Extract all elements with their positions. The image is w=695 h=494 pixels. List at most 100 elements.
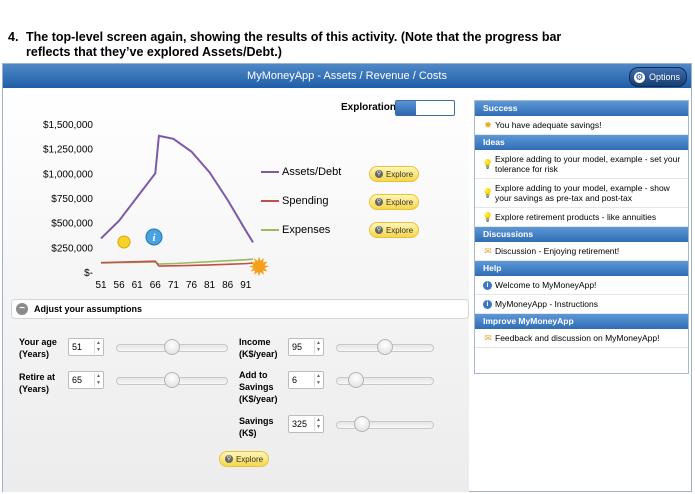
- stepper-arrows-icon[interactable]: ▲ ▼: [94, 340, 102, 354]
- info-icon: i: [483, 280, 492, 290]
- idea-item-text: Explore retirement products - like annui…: [495, 212, 657, 222]
- age-stepper[interactable]: 51 ▲ ▼: [68, 338, 104, 356]
- improve-item[interactable]: ✉ Feedback and discussion on MyMoneyApp!: [475, 329, 688, 348]
- gear-icon: ⚙: [633, 71, 645, 83]
- idea-item[interactable]: 💡 Explore retirement products - like annu…: [475, 208, 688, 227]
- x-tick-label: 81: [204, 280, 216, 291]
- income-stepper[interactable]: 95 ▲ ▼: [288, 338, 324, 356]
- savings-label: Savings (K$): [239, 415, 274, 439]
- income-label-line2: (K$/year): [239, 349, 278, 359]
- help-header: Help: [475, 261, 688, 276]
- x-tick-label: 76: [186, 280, 198, 291]
- y-tick-label: $1,250,000: [43, 145, 93, 156]
- savings-stepper[interactable]: 325 ▲ ▼: [288, 415, 324, 433]
- magnifier-icon: ⚲: [224, 455, 233, 463]
- idea-item[interactable]: 💡 Explore adding to your model, example -…: [475, 150, 688, 179]
- help-item[interactable]: i MyMoneyApp - Instructions: [475, 295, 688, 314]
- retire-slider[interactable]: [116, 372, 228, 388]
- ideas-header: Ideas: [475, 135, 688, 150]
- retire-label: Retire at (Years): [19, 371, 55, 395]
- add-savings-value: 6: [292, 375, 298, 385]
- retire-label-line2: (Years): [19, 384, 50, 394]
- legend-assets-label: Assets/Debt: [282, 166, 342, 178]
- stepper-arrows-icon[interactable]: ▲ ▼: [314, 373, 322, 387]
- explore-expenses-button[interactable]: ⚲ Explore: [369, 222, 419, 238]
- help-item[interactable]: i Welcome to MyMoneyApp!: [475, 276, 688, 295]
- sun-icon: ✹: [248, 253, 270, 283]
- add-savings-label-line1: Add to: [239, 370, 268, 380]
- success-header: Success: [475, 101, 688, 116]
- add-savings-stepper[interactable]: 6 ▲ ▼: [288, 371, 324, 389]
- y-tick-label: $1,500,000: [43, 120, 93, 131]
- x-tick-label: 66: [150, 280, 162, 291]
- retire-slider-knob[interactable]: [164, 372, 180, 388]
- legend-expenses-swatch: [261, 229, 279, 231]
- add-savings-slider[interactable]: [336, 372, 434, 388]
- adjust-assumptions-title: Adjust your assumptions: [34, 304, 143, 314]
- explore-assumptions-label: Explore: [235, 454, 264, 464]
- lightbulb-icon: 💡: [482, 159, 494, 169]
- retire-value: 65: [72, 375, 83, 385]
- y-tick-label: $-: [84, 268, 93, 279]
- caption: 4. The top-level screen again, showing th…: [8, 30, 688, 60]
- age-slider-knob[interactable]: [164, 339, 180, 355]
- add-savings-label: Add to Savings (K$/year): [239, 369, 278, 405]
- income-label: Income (K$/year): [239, 336, 278, 360]
- collapse-icon: −: [16, 303, 28, 315]
- main-panel: Exploration $1,500,000 $1,250,000 $1,000,0…: [3, 88, 469, 492]
- legend-assets-swatch: [261, 171, 279, 173]
- app-window: MyMoneyApp - Assets / Revenue / Costs ⚙ …: [2, 63, 692, 492]
- app-title: MyMoneyApp - Assets / Revenue / Costs: [247, 70, 447, 82]
- discussions-header: Discussions: [475, 227, 688, 242]
- legend-expenses-label: Expenses: [282, 224, 331, 236]
- explore-assets-label: Explore: [385, 169, 414, 179]
- discussion-icon: ✉: [484, 246, 492, 256]
- age-slider[interactable]: [116, 339, 228, 355]
- savings-slider[interactable]: [336, 416, 434, 432]
- stepper-arrows-icon[interactable]: ▲ ▼: [314, 340, 322, 354]
- explore-spending-label: Explore: [385, 197, 414, 207]
- savings-value: 325: [292, 419, 308, 429]
- explore-expenses-label: Explore: [385, 225, 414, 235]
- explore-assets-button[interactable]: ⚲ Explore: [369, 166, 419, 182]
- title-bar: MyMoneyApp - Assets / Revenue / Costs ⚙ …: [3, 64, 691, 88]
- explore-spending-button[interactable]: ⚲ Explore: [369, 194, 419, 210]
- legend-spending-label: Spending: [282, 195, 329, 207]
- retire-stepper[interactable]: 65 ▲ ▼: [68, 371, 104, 389]
- y-tick-label: $250,000: [51, 243, 93, 254]
- income-slider-knob[interactable]: [377, 339, 393, 355]
- lightbulb-icon: 💡: [482, 188, 494, 198]
- age-label-line1: Your age: [19, 337, 57, 347]
- improve-header: Improve MyMoneyApp: [475, 314, 688, 329]
- x-tick-label: 56: [114, 280, 126, 291]
- options-label: Options: [648, 72, 680, 82]
- sun-icon: ✹: [484, 120, 492, 130]
- legend-spending-swatch: [261, 200, 279, 202]
- savings-slider-knob[interactable]: [353, 416, 370, 432]
- add-savings-slider-knob[interactable]: [348, 372, 365, 388]
- adjust-assumptions-toggle[interactable]: − Adjust your assumptions: [11, 299, 469, 319]
- income-label-line1: Income: [239, 337, 271, 347]
- success-item[interactable]: ✹ You have adequate savings!: [475, 116, 688, 135]
- idea-item-text: Explore adding to your model, example - …: [495, 154, 681, 174]
- income-value: 95: [292, 342, 303, 352]
- lightbulb-icon: [117, 235, 131, 249]
- exploration-label: Exploration: [341, 102, 397, 113]
- help-item-text: Welcome to MyMoneyApp!: [495, 280, 597, 290]
- x-tick-label: 86: [222, 280, 234, 291]
- idea-item[interactable]: 💡 Explore adding to your model, example -…: [475, 179, 688, 208]
- success-item-text: You have adequate savings!: [495, 120, 602, 130]
- stepper-arrows-icon[interactable]: ▲ ▼: [314, 417, 322, 431]
- caption-line1: The top-level screen again, showing the …: [26, 30, 562, 44]
- explore-assumptions-button[interactable]: ⚲ Explore: [219, 451, 269, 467]
- options-button[interactable]: ⚙ Options: [628, 67, 687, 87]
- exploration-progress-fill: [396, 101, 416, 115]
- add-savings-label-line3: (K$/year): [239, 394, 278, 404]
- stepper-arrows-icon[interactable]: ▲ ▼: [94, 373, 102, 387]
- discussion-item-text: Discussion - Enjoying retirement!: [495, 246, 620, 256]
- income-slider[interactable]: [336, 339, 434, 355]
- add-savings-label-line2: Savings: [239, 382, 274, 392]
- x-tick-label: 51: [95, 280, 107, 291]
- discussion-item[interactable]: ✉ Discussion - Enjoying retirement!: [475, 242, 688, 261]
- series-line-assets-debt: [100, 134, 254, 243]
